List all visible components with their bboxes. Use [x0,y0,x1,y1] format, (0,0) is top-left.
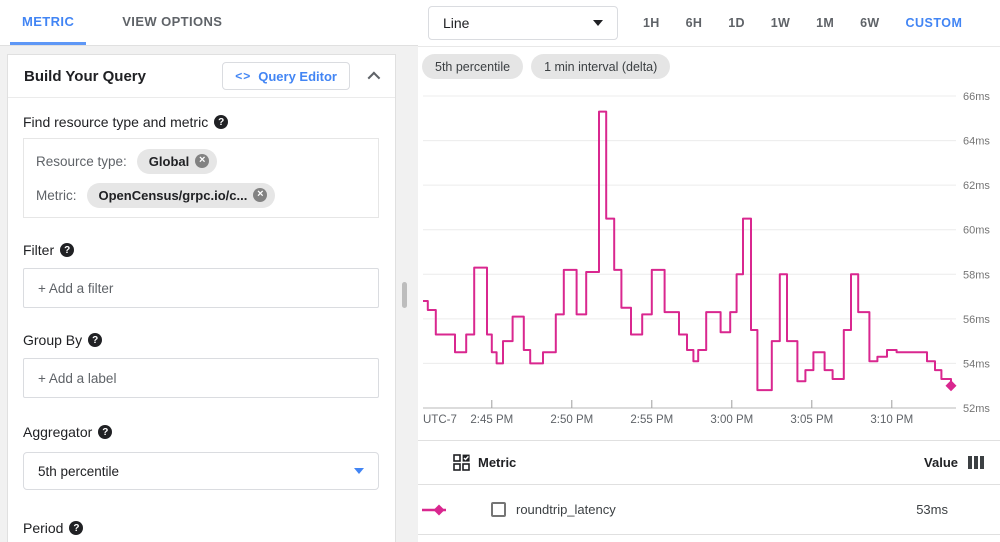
build-query-header: Build Your Query <> Query Editor [8,55,395,98]
help-icon[interactable]: ? [88,333,103,347]
table-row[interactable]: roundtrip_latency 53ms [418,485,1000,535]
aggregator-section: Aggregator ? 5th percentile [23,424,379,490]
chart-type-select[interactable]: Line [428,6,618,40]
aggregator-label: Aggregator ? [23,424,379,440]
y-tick-label: 62ms [963,180,990,192]
metric-row: Metric: OpenCensus/grpc.io/c... × [36,178,366,212]
chart-badges: 5th percentile 1 min interval (delta) [422,54,671,79]
range-custom-button[interactable]: CUSTOM [892,6,975,40]
series-name: roundtrip_latency [516,502,616,517]
group-by-text: Group By [23,332,83,348]
x-tick-label: 3:10 PM [870,414,913,426]
close-icon[interactable]: × [195,154,210,168]
metric-label: Metric: [36,187,77,203]
chevron-down-icon [354,468,364,474]
x-tick-label: 2:45 PM [470,414,513,426]
y-tick-label: 56ms [963,314,990,326]
add-filter-input[interactable]: + Add a filter [23,268,379,308]
period-label: Period ? [23,520,379,536]
value-header-text: Value [924,455,958,470]
metric-chip[interactable]: OpenCensus/grpc.io/c... × [86,182,276,208]
chart-panel: Line 1H 6H 1D 1W 1M 6W CUSTOM 5th percen… [418,0,1000,542]
chip-text: OpenCensus/grpc.io/c... [98,187,248,203]
y-tick-label: 52ms [963,403,990,415]
range-1w-button[interactable]: 1W [758,6,803,40]
x-tick-label: 3:00 PM [710,414,753,426]
metric-column-header: Metric [478,455,517,470]
range-1h-button[interactable]: 1H [630,6,673,40]
aggregator-text: Aggregator [23,424,93,440]
help-icon[interactable]: ? [214,115,229,129]
period-text: Period [23,520,64,536]
chip-text: Global [148,153,190,169]
filter-text: Filter [23,242,55,258]
x-tick-label: 2:50 PM [550,414,593,426]
tab-metric[interactable]: METRIC [10,0,87,45]
resource-metric-box: Resource type: Global × Metric: OpenCens… [23,138,379,218]
resource-type-label: Resource type: [36,153,127,169]
group-by-section: Group By ? + Add a label [23,332,379,398]
query-editor-label: Query Editor [258,68,337,84]
series-table: Metric Value roundtrip_latency 53ms [418,440,1000,535]
latency-chart: 52ms 54ms 56ms 58ms 60ms 62ms 64ms 66ms 2:45 PM 2… [418,85,1000,435]
series-legend-glyph [422,504,456,516]
chart-toolbar: Line 1H 6H 1D 1W 1M 6W CUSTOM [418,0,1000,47]
series-table-header: Metric Value [418,440,1000,485]
range-1m-button[interactable]: 1M [803,6,847,40]
find-metric-text: Find resource type and metric [23,114,209,130]
query-panel: METRIC VIEW OPTIONS Build Your Query <> … [0,0,418,542]
build-query-body: Find resource type and metric ? Resource… [8,98,395,542]
code-icon: <> [235,69,252,83]
tab-view-options[interactable]: VIEW OPTIONS [110,0,234,45]
find-metric-label: Find resource type and metric ? [23,114,379,130]
resource-type-row: Resource type: Global × [36,144,366,178]
period-section: Period ? 1 minute [23,520,379,542]
chevron-up-icon[interactable] [367,71,381,84]
add-label-input[interactable]: + Add a label [23,358,379,398]
panel-resize-handle[interactable] [402,282,407,308]
close-icon[interactable]: × [253,188,268,202]
card-title: Build Your Query [24,67,146,85]
group-by-label: Group By ? [23,332,379,348]
build-query-card: Build Your Query <> Query Editor Find re… [7,54,396,542]
aggregator-value: 5th percentile [38,463,120,479]
latency-chart-svg: 52ms 54ms 56ms 58ms 60ms 62ms 64ms 66ms 2:45 PM 2… [423,91,990,426]
select-all-series-icon[interactable] [453,454,470,471]
y-tick-label: 54ms [963,358,990,370]
query-editor-button[interactable]: <> Query Editor [222,62,350,90]
y-tick-label: 60ms [963,225,990,237]
value-column-header: Value [924,455,1000,470]
range-6h-button[interactable]: 6H [673,6,716,40]
x-tick-label: 2:55 PM [630,414,673,426]
series-endpoint-marker[interactable] [945,380,957,392]
interval-badge: 1 min interval (delta) [531,54,671,79]
aggregation-badge: 5th percentile [422,54,524,79]
panel-tabs: METRIC VIEW OPTIONS [0,0,418,46]
filter-section: Filter ? + Add a filter [23,242,379,308]
chart-type-value: Line [443,15,470,31]
aggregator-select[interactable]: 5th percentile [23,452,379,490]
series-line-roundtrip_latency[interactable] [423,110,952,392]
filter-label: Filter ? [23,242,379,258]
chevron-down-icon [593,20,603,26]
y-tick-label: 58ms [963,269,990,281]
resource-type-chip[interactable]: Global × [136,148,218,174]
help-icon[interactable]: ? [60,243,75,257]
metrics-explorer: METRIC VIEW OPTIONS Build Your Query <> … [0,0,1000,542]
help-icon[interactable]: ? [69,521,84,535]
y-tick-label: 66ms [963,91,990,103]
range-6w-button[interactable]: 6W [847,6,892,40]
range-1d-button[interactable]: 1D [715,6,758,40]
time-range-buttons: 1H 6H 1D 1W 1M 6W CUSTOM [630,6,975,40]
x-tick-label: 3:05 PM [790,414,833,426]
row-checkbox[interactable] [491,502,506,517]
columns-icon[interactable] [968,456,984,469]
y-tick-label: 64ms [963,136,990,148]
help-icon[interactable]: ? [98,425,113,439]
timezone-label: UTC-7 [423,414,457,426]
series-value: 53ms [916,502,948,517]
